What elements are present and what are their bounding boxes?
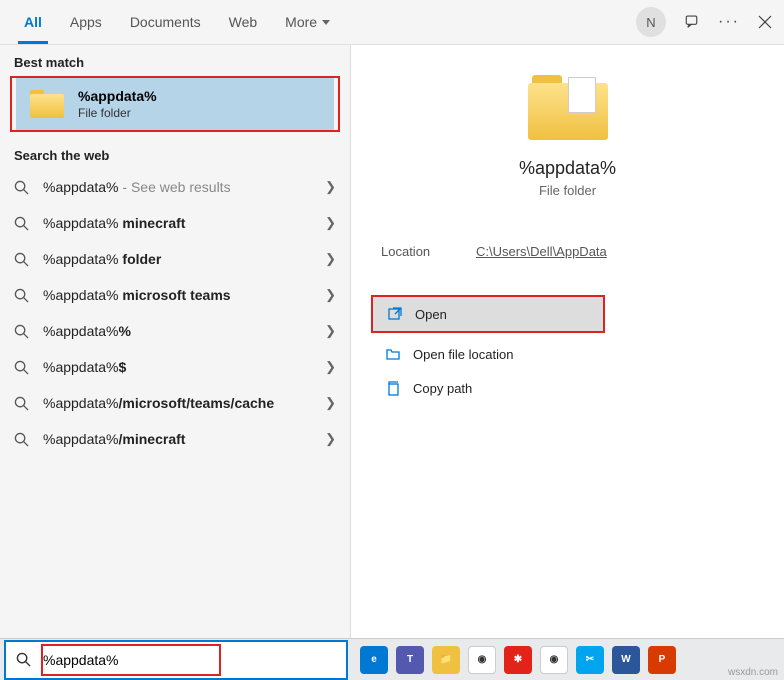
tab-label: Apps [70, 14, 102, 30]
tab-web[interactable]: Web [215, 0, 272, 44]
action-label: Open file location [413, 347, 513, 362]
search-icon [14, 360, 29, 375]
result-text: %appdata% minecraft [43, 215, 317, 231]
preview-title: %appdata% [519, 158, 616, 179]
tab-documents[interactable]: Documents [116, 0, 215, 44]
chevron-right-icon: ❯ [325, 287, 336, 303]
action-label: Copy path [413, 381, 472, 396]
tab-label: Web [229, 14, 258, 30]
web-result-item[interactable]: %appdata% minecraft ❯ [0, 205, 350, 241]
chevron-right-icon: ❯ [325, 431, 336, 447]
chrome-icon[interactable]: ◉ [468, 646, 496, 674]
user-avatar[interactable]: N [636, 7, 666, 37]
search-icon [14, 180, 29, 195]
chevron-right-icon: ❯ [325, 395, 336, 411]
best-match-label: Best match [0, 45, 350, 76]
result-text: %appdata% folder [43, 251, 317, 267]
web-result-item[interactable]: %appdata%% ❯ [0, 313, 350, 349]
actions-list: Open Open file location Copy path [371, 295, 764, 405]
result-text: %appdata%% [43, 323, 317, 339]
result-text: %appdata% - See web results [43, 179, 317, 195]
result-text: %appdata%/minecraft [43, 431, 317, 447]
folder-icon [30, 90, 64, 118]
chevron-down-icon [322, 20, 330, 25]
header-controls: N ··· [636, 7, 774, 37]
search-icon [16, 652, 31, 667]
best-match-highlight: %appdata% File folder [10, 76, 340, 132]
filter-tabs: All Apps Documents Web More [10, 0, 636, 44]
chevron-right-icon: ❯ [325, 179, 336, 195]
action-open-location[interactable]: Open file location [371, 337, 764, 371]
chrome2-icon[interactable]: ◉ [540, 646, 568, 674]
location-row: Location C:\Users\Dell\AppData [371, 238, 764, 265]
search-icon [14, 432, 29, 447]
more-options-icon[interactable]: ··· [720, 13, 738, 31]
location-link[interactable]: C:\Users\Dell\AppData [476, 244, 607, 259]
search-input[interactable] [43, 652, 224, 668]
preview-panel: %appdata% File folder Location C:\Users\… [350, 45, 784, 680]
folder-icon [385, 346, 401, 362]
teams-icon[interactable]: T [396, 646, 424, 674]
taskbar-search[interactable] [6, 642, 346, 678]
web-result-item[interactable]: %appdata%/microsoft/teams/cache ❯ [0, 385, 350, 421]
tab-label: Documents [130, 14, 201, 30]
header-bar: All Apps Documents Web More N ··· [0, 0, 784, 45]
search-text-highlight [41, 644, 221, 676]
search-icon [14, 396, 29, 411]
avatar-initial: N [646, 15, 655, 30]
action-copy-path[interactable]: Copy path [371, 371, 764, 405]
taskbar: e T 📁 ◉ ✱ ◉ ✂ W P [0, 638, 784, 680]
chevron-right-icon: ❯ [325, 215, 336, 231]
feedback-icon[interactable] [684, 13, 702, 31]
best-match-item[interactable]: %appdata% File folder [16, 78, 334, 130]
search-icon [14, 252, 29, 267]
preview-subtitle: File folder [539, 183, 596, 198]
ppt-icon[interactable]: P [648, 646, 676, 674]
best-match-subtitle: File folder [78, 106, 157, 120]
search-icon [14, 216, 29, 231]
tab-label: All [24, 14, 42, 30]
close-button[interactable] [756, 13, 774, 31]
web-result-item[interactable]: %appdata% microsoft teams ❯ [0, 277, 350, 313]
search-icon [14, 288, 29, 303]
action-open[interactable]: Open [373, 297, 603, 331]
web-result-item[interactable]: %appdata% folder ❯ [0, 241, 350, 277]
word-icon[interactable]: W [612, 646, 640, 674]
taskbar-icons: e T 📁 ◉ ✱ ◉ ✂ W P [360, 646, 676, 674]
edge-icon[interactable]: e [360, 646, 388, 674]
result-text: %appdata%$ [43, 359, 317, 375]
action-label: Open [415, 307, 447, 322]
tab-all[interactable]: All [10, 0, 56, 44]
open-icon [387, 306, 403, 322]
open-action-highlight: Open [371, 295, 605, 333]
watermark: wsxdn.com [728, 667, 778, 678]
result-text: %appdata% microsoft teams [43, 287, 317, 303]
web-result-item[interactable]: %appdata%/minecraft ❯ [0, 421, 350, 457]
search-icon [14, 324, 29, 339]
explorer-icon[interactable]: 📁 [432, 646, 460, 674]
tab-apps[interactable]: Apps [56, 0, 116, 44]
web-result-item[interactable]: %appdata% - See web results ❯ [0, 169, 350, 205]
chevron-right-icon: ❯ [325, 359, 336, 375]
best-match-title: %appdata% [78, 88, 157, 104]
results-panel: Best match %appdata% File folder Search … [0, 45, 350, 680]
slack-icon[interactable]: ✱ [504, 646, 532, 674]
folder-large-icon [528, 75, 608, 140]
chevron-right-icon: ❯ [325, 323, 336, 339]
best-match-text: %appdata% File folder [78, 88, 157, 120]
taskbar-search-wrap [4, 640, 348, 680]
search-web-label: Search the web [0, 138, 350, 169]
tab-more[interactable]: More [271, 0, 344, 44]
snip-icon[interactable]: ✂ [576, 646, 604, 674]
result-text: %appdata%/microsoft/teams/cache [43, 395, 317, 411]
tab-label: More [285, 14, 317, 30]
location-label: Location [381, 244, 476, 259]
copy-icon [385, 380, 401, 396]
web-result-item[interactable]: %appdata%$ ❯ [0, 349, 350, 385]
chevron-right-icon: ❯ [325, 251, 336, 267]
